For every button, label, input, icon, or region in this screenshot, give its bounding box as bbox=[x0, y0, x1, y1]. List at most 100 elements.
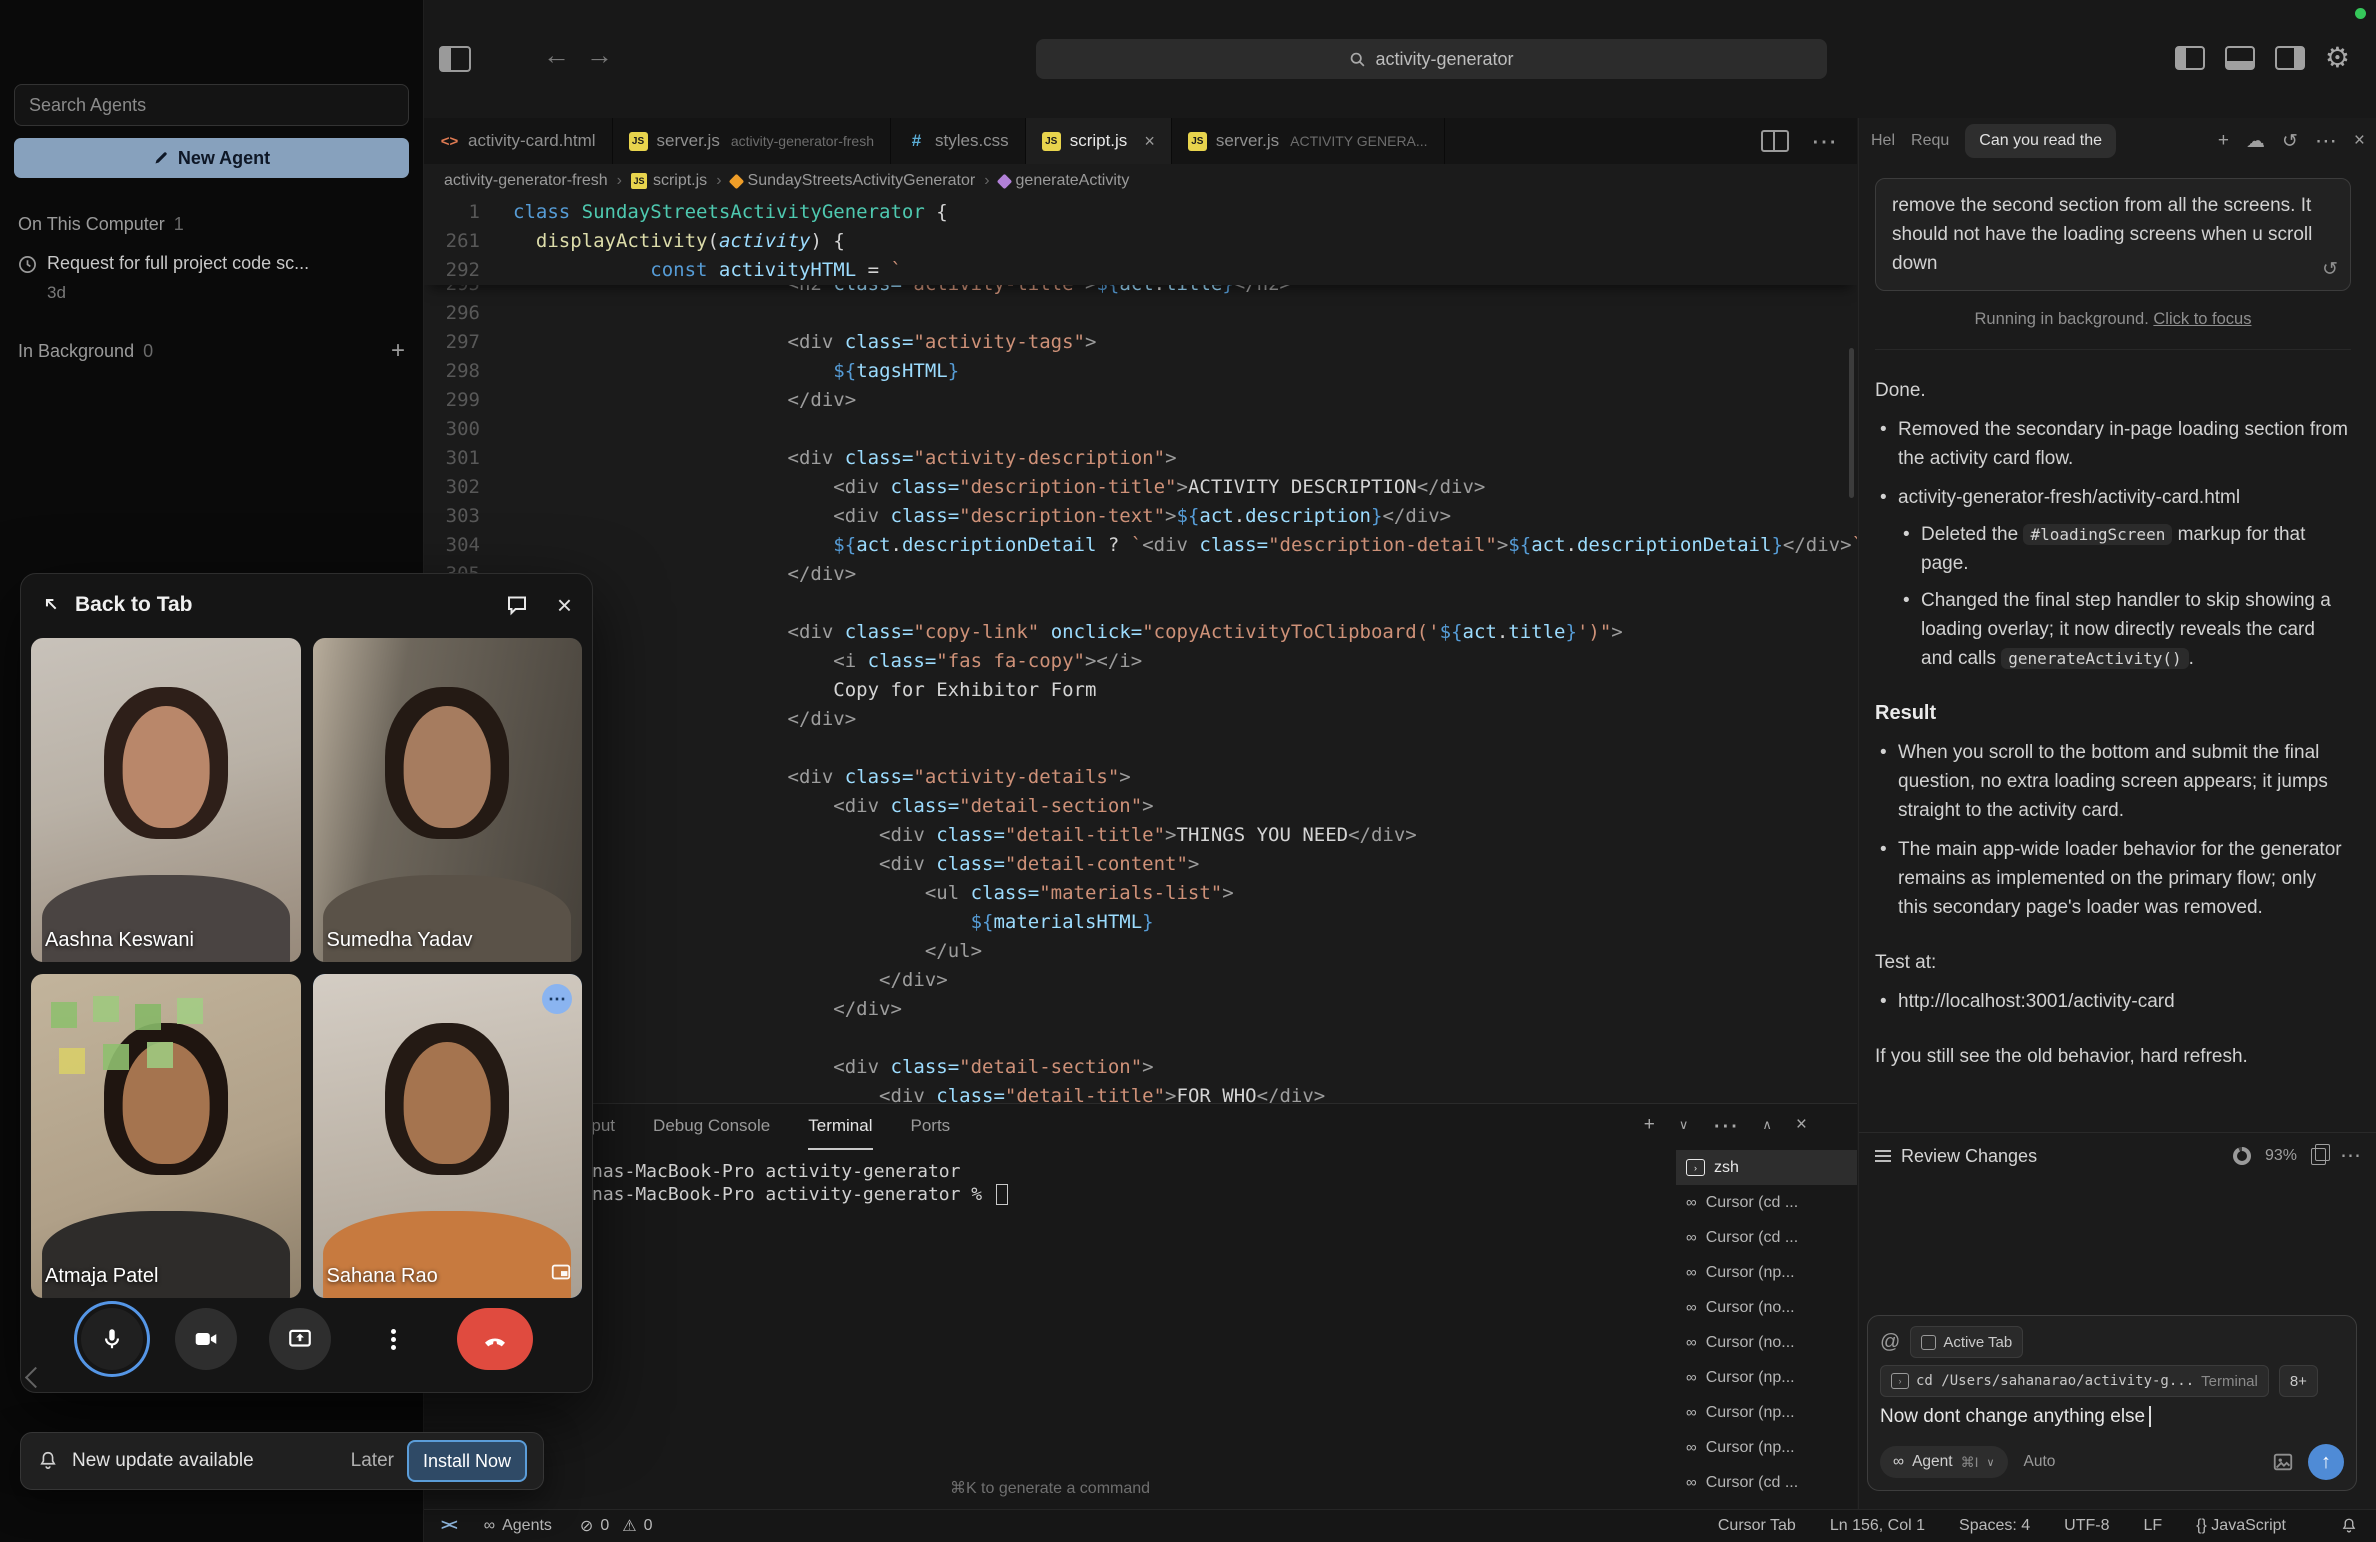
toggle-right-panel-icon[interactable] bbox=[2275, 46, 2305, 70]
agents-search-input[interactable] bbox=[27, 94, 396, 117]
code-line[interactable]: 312 <div class="activity-details"> bbox=[424, 763, 1857, 792]
code-line[interactable]: 314 <div class="detail-title">THINGS YOU… bbox=[424, 821, 1857, 850]
resize-handle[interactable] bbox=[25, 1367, 46, 1388]
terminal-context-chip[interactable]: › cd /Users/sahanarao/activity-g... Term… bbox=[1880, 1365, 2269, 1397]
breadcrumb-item-script.js[interactable]: JSscript.js bbox=[631, 172, 707, 190]
remote-icon[interactable]: >< bbox=[441, 1517, 456, 1535]
undo-icon[interactable]: ↺ bbox=[2322, 255, 2338, 284]
editor-tab-server.js-4[interactable]: JSserver.jsACTIVITY GENERA... bbox=[1172, 118, 1445, 164]
breadcrumb-item-generateActivity[interactable]: generateActivity bbox=[999, 172, 1130, 190]
chat-tab-Can you read the[interactable]: Can you read the bbox=[1965, 124, 2116, 158]
editor-scrollbar[interactable] bbox=[1849, 348, 1854, 498]
terminal-session-Cursor (no...-4[interactable]: ∞Cursor (no... bbox=[1676, 1290, 1857, 1325]
close-call-icon[interactable]: × bbox=[557, 592, 572, 618]
cloud-icon[interactable]: ☁ bbox=[2246, 130, 2265, 153]
overflow-context-chip[interactable]: 8+ bbox=[2279, 1365, 2318, 1397]
later-button[interactable]: Later bbox=[351, 1450, 394, 1472]
editor-tab-styles.css-2[interactable]: #styles.css bbox=[891, 118, 1026, 164]
code-line[interactable]: 310 </div> bbox=[424, 705, 1857, 734]
code-line[interactable]: 297 <div class="activity-tags"> bbox=[424, 328, 1857, 357]
participant-tile-Sahana Rao[interactable]: Sahana Rao⋯ bbox=[313, 974, 583, 1298]
code-line[interactable]: 319 </div> bbox=[424, 966, 1857, 995]
agents-status-item[interactable]: ∞ Agents bbox=[484, 1517, 552, 1535]
back-arrow-icon[interactable]: ← bbox=[543, 40, 570, 71]
code-line[interactable]: 1class SundayStreetsActivityGenerator { bbox=[424, 198, 1857, 227]
bell-icon[interactable] bbox=[2340, 1517, 2358, 1535]
history-icon[interactable]: ↺ bbox=[2282, 130, 2298, 153]
mention-icon[interactable]: @ bbox=[1880, 1331, 1900, 1354]
status-item-Ln 156, Col 1[interactable]: Ln 156, Col 1 bbox=[1830, 1517, 1925, 1535]
more-options-button[interactable] bbox=[363, 1308, 425, 1370]
participant-tile-Atmaja Patel[interactable]: Atmaja Patel bbox=[31, 974, 301, 1298]
terminal-session-Cursor (np...-3[interactable]: ∞Cursor (np... bbox=[1676, 1255, 1857, 1290]
code-line[interactable]: 296 bbox=[424, 299, 1857, 328]
code-line[interactable]: 309 Copy for Exhibitor Form bbox=[424, 676, 1857, 705]
review-changes-label[interactable]: Review Changes bbox=[1901, 1146, 2037, 1167]
model-selector[interactable]: Auto bbox=[2024, 1453, 2056, 1471]
chat-input[interactable]: Now dont change anything else bbox=[1880, 1406, 2344, 1428]
code-line[interactable]: 304 ${act.descriptionDetail ? `<div clas… bbox=[424, 531, 1857, 560]
panel-tab-Ports[interactable]: Ports bbox=[911, 1104, 951, 1150]
command-search-bar[interactable]: activity-generator bbox=[1036, 39, 1827, 79]
send-button[interactable]: ↑ bbox=[2308, 1444, 2344, 1480]
panel-tab-Terminal[interactable]: Terminal bbox=[808, 1104, 872, 1150]
code-line[interactable]: 300 bbox=[424, 415, 1857, 444]
code-line[interactable]: 313 <div class="detail-section"> bbox=[424, 792, 1857, 821]
terminal-session-Cursor (np...-8[interactable]: ∞Cursor (np... bbox=[1676, 1430, 1857, 1465]
mic-button[interactable] bbox=[81, 1308, 143, 1370]
terminal-session-Cursor (cd ...-1[interactable]: ∞Cursor (cd ... bbox=[1676, 1185, 1857, 1220]
status-item-UTF-8[interactable]: UTF-8 bbox=[2064, 1517, 2109, 1535]
breadcrumb-item-SundayStreetsActivityGenerator[interactable]: SundayStreetsActivityGenerator bbox=[731, 172, 976, 190]
status-item-LF[interactable]: LF bbox=[2144, 1517, 2163, 1535]
new-agent-button[interactable]: New Agent bbox=[14, 138, 409, 178]
sidebar-toggle-icon[interactable] bbox=[439, 46, 471, 72]
share-screen-button[interactable] bbox=[269, 1308, 331, 1370]
code-line[interactable]: 317 ${materialsHTML} bbox=[424, 908, 1857, 937]
breadcrumb-item-activity-generator-fresh[interactable]: activity-generator-fresh bbox=[444, 172, 608, 190]
code-line[interactable]: 301 <div class="activity-description"> bbox=[424, 444, 1857, 473]
code-line[interactable]: 315 <div class="detail-content"> bbox=[424, 850, 1857, 879]
code-line[interactable]: 311 bbox=[424, 734, 1857, 763]
chat-tab-Requ[interactable]: Requ bbox=[1911, 132, 1949, 150]
mode-selector[interactable]: ∞ Agent ⌘I ∨ bbox=[1880, 1446, 2008, 1478]
panel-tab-Debug Console[interactable]: Debug Console bbox=[653, 1104, 770, 1150]
code-line[interactable]: 292 const activityHTML = ` bbox=[424, 256, 1857, 285]
editor-tab-script.js-3[interactable]: JSscript.js× bbox=[1026, 118, 1172, 164]
new-chat-icon[interactable]: + bbox=[2218, 130, 2229, 152]
back-to-tab-label[interactable]: Back to Tab bbox=[75, 593, 192, 617]
agents-search[interactable] bbox=[14, 84, 409, 126]
code-line[interactable]: 316 <ul class="materials-list"> bbox=[424, 879, 1857, 908]
code-line[interactable]: 306 bbox=[424, 589, 1857, 618]
code-line[interactable]: 321 bbox=[424, 1024, 1857, 1053]
toggle-bottom-panel-icon[interactable] bbox=[2225, 46, 2255, 70]
hang-up-button[interactable] bbox=[457, 1308, 533, 1370]
code-line[interactable]: 302 <div class="description-title">ACTIV… bbox=[424, 473, 1857, 502]
participant-tile-Aashna Keswani[interactable]: Aashna Keswani bbox=[31, 638, 301, 962]
add-background-agent-button[interactable]: + bbox=[391, 339, 405, 363]
click-to-focus-link[interactable]: Click to focus bbox=[2153, 310, 2251, 328]
terminal-session-Cursor (np...-7[interactable]: ∞Cursor (np... bbox=[1676, 1395, 1857, 1430]
copy-icon[interactable] bbox=[2311, 1148, 2326, 1165]
editor-tab-server.js-1[interactable]: JSserver.jsactivity-generator-fresh bbox=[613, 118, 891, 164]
code-viewport[interactable]: 295 <h2 class="activity-title">${act.tit… bbox=[424, 198, 1857, 1103]
install-now-button[interactable]: Install Now bbox=[407, 1440, 527, 1482]
problems-status-item[interactable]: ⊘0 ⚠0 bbox=[580, 1516, 653, 1536]
close-chat-icon[interactable]: × bbox=[2354, 130, 2365, 152]
participant-tile-Sumedha Yadav[interactable]: Sumedha Yadav bbox=[313, 638, 583, 962]
terminal-session-Cursor (cd ...-9[interactable]: ∞Cursor (cd ... bbox=[1676, 1465, 1857, 1500]
code-line[interactable]: 307 <div class="copy-link" onclick="copy… bbox=[424, 618, 1857, 647]
forward-arrow-icon[interactable]: → bbox=[586, 40, 613, 71]
image-icon[interactable] bbox=[2272, 1451, 2294, 1473]
code-line[interactable]: 261 displayActivity(activity) { bbox=[424, 227, 1857, 256]
code-line[interactable]: 305 </div> bbox=[424, 560, 1857, 589]
code-line[interactable]: 308 <i class="fas fa-copy"></i> bbox=[424, 647, 1857, 676]
gear-icon[interactable]: ⚙ bbox=[2325, 44, 2350, 72]
tile-menu-button[interactable]: ⋯ bbox=[542, 984, 572, 1014]
new-terminal-icon[interactable]: + bbox=[1644, 1114, 1655, 1136]
chat-bubble-icon[interactable] bbox=[505, 593, 529, 617]
back-to-tab-icon[interactable] bbox=[41, 594, 63, 616]
terminal-session-zsh-0[interactable]: ›zsh bbox=[1676, 1150, 1857, 1185]
chat-tab-Hel[interactable]: Hel bbox=[1871, 132, 1895, 150]
maximize-panel-icon[interactable]: ∧ bbox=[1762, 1117, 1772, 1133]
editor-tab-activity-card.html-0[interactable]: <>activity-card.html bbox=[424, 118, 613, 164]
